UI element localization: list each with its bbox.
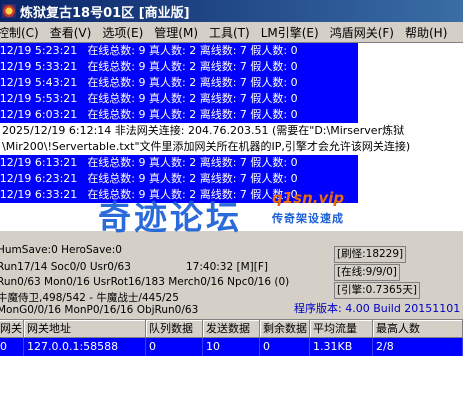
table-cell: 127.0.0.1:58588	[24, 338, 146, 356]
menu-control[interactable]: 控制(C)	[0, 24, 39, 41]
log-line[interactable]: 2025/12/19 5:43:21在线总数: 9 真人数: 2 离线数: 7 …	[0, 75, 358, 91]
monster-status: 牛魔侍卫,498/542 - 牛魔战士/445/25	[0, 292, 179, 304]
menu-bar: 控制(C) 查看(V) 选项(E) 管理(M) 工具(T) LM引擎(E) 鸿盾…	[0, 22, 463, 42]
monster-gen-status: MonG0/0/16 MonP0/16/16 ObjRun0/63	[0, 304, 199, 316]
column-header[interactable]: 发送数据	[203, 320, 260, 338]
window-titlebar: 炼狱复古18号01区 [商业版]	[0, 0, 463, 22]
online-count: [在线:9/9/0]	[334, 264, 400, 281]
log-line[interactable]: 2025/12/19 6:33:21在线总数: 9 真人数: 2 离线数: 7 …	[0, 187, 358, 203]
table-cell: 2/8	[373, 338, 463, 356]
column-header[interactable]: 最高人数	[373, 320, 463, 338]
process-status: Run0/63 Mon0/16 UsrRot16/183 Merch0/16 N…	[0, 276, 290, 288]
app-icon	[2, 4, 16, 18]
log-line[interactable]: 2025/12/19 6:03:21在线总数: 9 真人数: 2 离线数: 7 …	[0, 107, 358, 123]
table-cell: 0	[260, 338, 310, 356]
menu-view[interactable]: 查看(V)	[50, 24, 92, 41]
menu-options[interactable]: 选项(E)	[102, 24, 143, 41]
log-panel[interactable]: 2025/12/19 5:23:21在线总数: 9 真人数: 2 离线数: 7 …	[0, 42, 463, 231]
log-line[interactable]: 2025/12/19 5:33:21在线总数: 9 真人数: 2 离线数: 7 …	[0, 59, 358, 75]
table-header: 网关 网关地址 队列数据 发送数据 剩余数据 平均流量 最高人数	[0, 320, 463, 338]
menu-manage[interactable]: 管理(M)	[154, 24, 198, 41]
menu-gateway[interactable]: 鸿盾网关(F)	[330, 24, 394, 41]
table-row[interactable]: 0 127.0.0.1:58588 0 10 0 1.31KB 2/8	[0, 338, 463, 356]
menu-tools[interactable]: 工具(T)	[209, 24, 250, 41]
column-header[interactable]: 剩余数据	[260, 320, 310, 338]
refresh-count: [刷怪:18229]	[334, 246, 407, 263]
table-cell: 1.31KB	[310, 338, 373, 356]
gateway-table[interactable]: 网关 网关地址 队列数据 发送数据 剩余数据 平均流量 最高人数 0 127.0…	[0, 319, 463, 410]
log-line[interactable]: 2025/12/19 6:13:21在线总数: 9 真人数: 2 离线数: 7 …	[0, 155, 358, 171]
log-line[interactable]: 2025/12/19 5:53:21在线总数: 9 真人数: 2 离线数: 7 …	[0, 91, 358, 107]
window-title: 炼狱复古18号01区 [商业版]	[20, 5, 190, 21]
column-header[interactable]: 网关	[0, 320, 24, 338]
table-cell: 10	[203, 338, 260, 356]
column-header[interactable]: 平均流量	[310, 320, 373, 338]
column-header[interactable]: 网关地址	[24, 320, 146, 338]
log-line[interactable]: 2025/12/19 5:23:21在线总数: 9 真人数: 2 离线数: 7 …	[0, 43, 358, 59]
program-version: 程序版本: 4.00 Build 20151101	[294, 302, 461, 315]
log-line[interactable]: 2025/12/19 6:23:21在线总数: 9 真人数: 2 离线数: 7 …	[0, 171, 358, 187]
menu-lm-engine[interactable]: LM引擎(E)	[261, 24, 319, 41]
column-header[interactable]: 队列数据	[146, 320, 203, 338]
menu-help[interactable]: 帮助(H)	[405, 24, 447, 41]
engine-uptime: [引擎:0.7365天]	[334, 282, 420, 299]
log-warning[interactable]: 2025/12/19 6:12:14 非法网关连接: 204.76.203.51…	[0, 123, 457, 155]
table-cell: 0	[0, 338, 24, 356]
server-time: 17:40:32 [M][F]	[186, 261, 268, 273]
save-status: HumSave:0 HeroSave:0	[0, 244, 122, 256]
table-cell: 0	[146, 338, 203, 356]
run-status: Run17/14 Soc0/0 Usr0/63	[0, 261, 131, 273]
